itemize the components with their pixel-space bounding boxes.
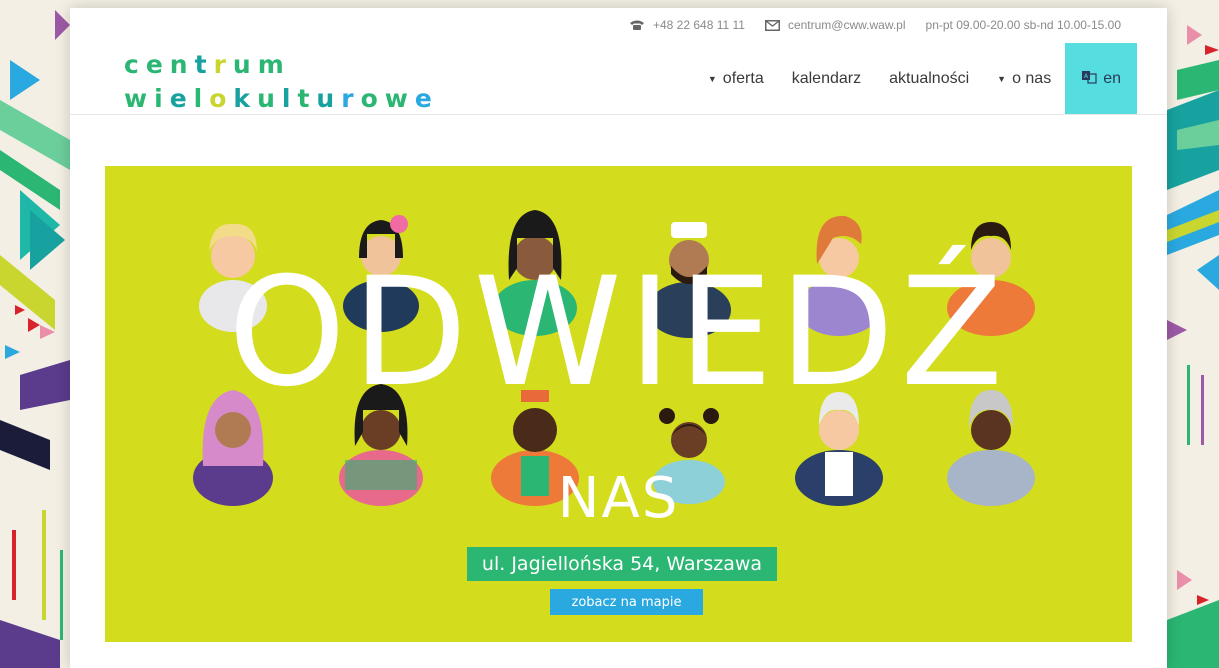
left-decorative-pattern <box>0 0 70 668</box>
main-navigation: ▼ oferta kalendarz aktualności ▼ o nas A… <box>694 43 1137 115</box>
email-address: centrum@cww.waw.pl <box>787 18 906 32</box>
opening-hours-text: pn-pt 09.00-20.00 sb-nd 10.00-15.00 <box>925 18 1121 32</box>
banner-subheadline: NAS <box>557 466 680 531</box>
opening-hours: pn-pt 09.00-20.00 sb-nd 10.00-15.00 <box>926 18 1121 32</box>
person-avatar <box>797 215 881 336</box>
person-avatar <box>493 210 577 336</box>
logo-line-2: wielokulturowe <box>124 84 439 113</box>
language-label: en <box>1103 70 1121 87</box>
address-label: ul. Jagiellońska 54, Warszawa <box>467 547 777 581</box>
top-contact-bar: +48 22 648 11 11 centrum@cww.waw.pl pn-p… <box>629 18 1121 32</box>
nav-item-kalendarz[interactable]: kalendarz <box>778 43 875 115</box>
phone-contact[interactable]: +48 22 648 11 11 <box>629 18 745 32</box>
nav-item-o-nas[interactable]: ▼ o nas <box>983 43 1065 115</box>
language-switch-en[interactable]: A en <box>1065 43 1137 115</box>
right-decorative-pattern <box>1167 0 1219 668</box>
email-contact[interactable]: centrum@cww.waw.pl <box>764 18 906 32</box>
nav-item-label: aktualności <box>889 70 970 87</box>
person-avatar <box>343 215 419 332</box>
caret-down-icon: ▼ <box>997 74 1007 84</box>
nav-item-label: oferta <box>722 70 764 87</box>
phone-icon <box>629 19 645 31</box>
nav-item-label: kalendarz <box>791 70 862 87</box>
phone-number: +48 22 648 11 11 <box>652 18 745 32</box>
nav-item-aktualnosci[interactable]: aktualności <box>875 43 983 115</box>
view-map-button[interactable]: zobacz na mapie <box>550 589 703 615</box>
translate-icon: A <box>1081 70 1097 89</box>
header-divider <box>70 114 1167 115</box>
logo-line-1: centrum <box>124 50 291 79</box>
envelope-icon <box>764 19 780 31</box>
hero-banner: ODWIEDŹ NAS ul. Jagiellońska 54, Warszaw… <box>105 166 1132 642</box>
site-logo[interactable]: centrum wielokulturowe <box>124 48 439 116</box>
person-avatar <box>947 222 1035 336</box>
person-avatar <box>647 222 731 338</box>
person-avatar <box>199 223 267 332</box>
nav-item-oferta[interactable]: ▼ oferta <box>694 43 778 115</box>
caret-down-icon: ▼ <box>707 74 717 84</box>
page-container: +48 22 648 11 11 centrum@cww.waw.pl pn-p… <box>70 8 1167 668</box>
nav-item-label: o nas <box>1012 70 1052 87</box>
